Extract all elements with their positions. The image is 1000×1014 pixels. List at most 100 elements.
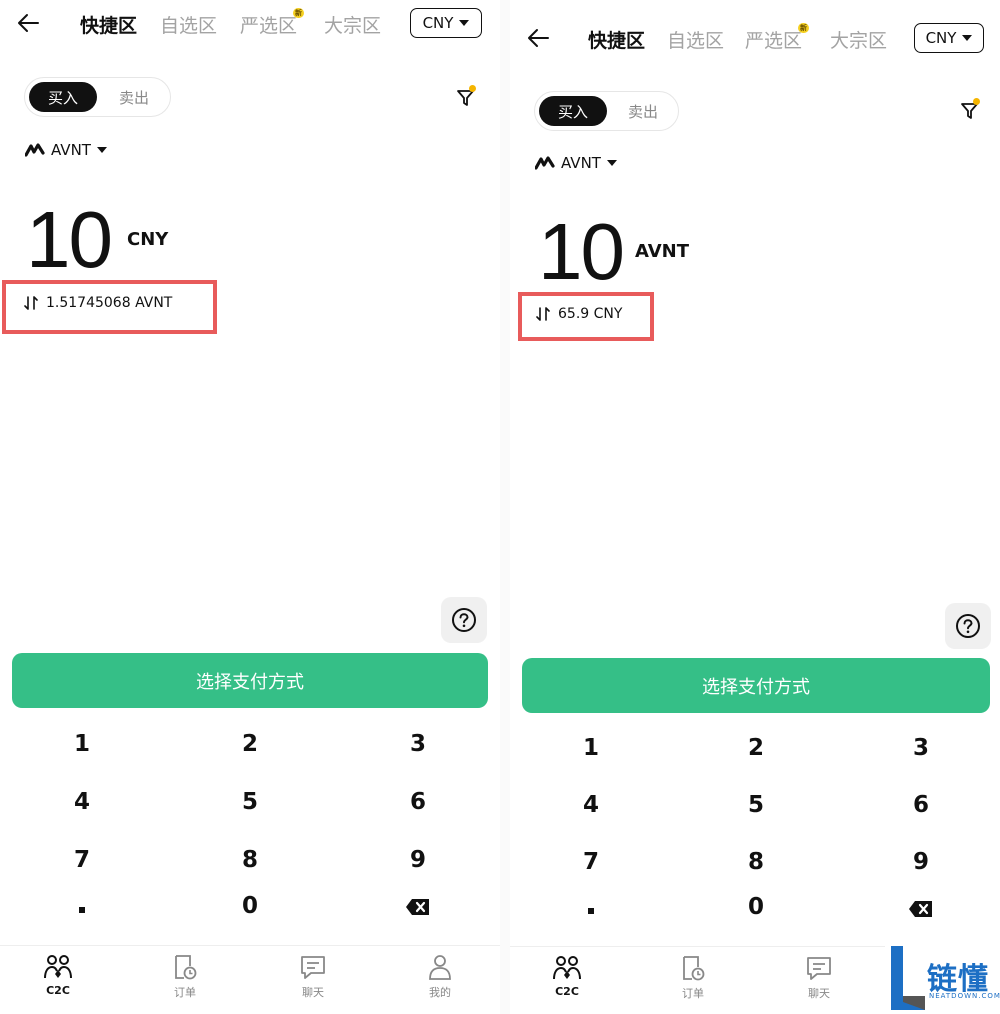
help-button[interactable] — [945, 603, 991, 649]
tab-bulk[interactable]: 大宗区 — [830, 26, 887, 53]
watermark-logo-icon — [891, 946, 925, 1010]
orders-icon — [175, 955, 197, 980]
c2c-icon — [553, 956, 581, 980]
buy-tab[interactable]: 买入 — [539, 96, 607, 126]
watermark: 链懂 NEATDOWN.COM — [885, 942, 1000, 1014]
key-3[interactable]: 3 — [881, 735, 961, 761]
key-dot[interactable] — [42, 893, 122, 919]
key-5[interactable]: 5 — [210, 789, 290, 815]
swap-icon — [24, 296, 38, 310]
filter-button[interactable] — [456, 85, 476, 112]
backspace-icon — [909, 901, 932, 917]
user-icon — [429, 955, 451, 980]
currency-select-label: CNY — [925, 29, 957, 47]
coin-selector[interactable]: AVNT — [25, 141, 107, 159]
filter-dot — [973, 98, 980, 105]
nav-chat[interactable]: 聊天 — [283, 954, 343, 1000]
nav-c2c-label: C2C — [46, 984, 70, 997]
amount-display: 10 — [538, 207, 625, 296]
tab-custom[interactable]: 自选区 — [667, 26, 724, 53]
nav-chat[interactable]: 聊天 — [789, 955, 849, 1001]
key-dot[interactable] — [551, 894, 631, 920]
chevron-down-icon — [459, 20, 470, 26]
backspace-key[interactable] — [881, 898, 961, 924]
backspace-icon — [406, 899, 429, 915]
buy-sell-toggle: 买入 卖出 — [24, 77, 171, 117]
amount-display: 10 — [26, 195, 113, 284]
chevron-down-icon — [606, 160, 617, 166]
nav-orders-label: 订单 — [174, 986, 196, 999]
key-8[interactable]: 8 — [210, 847, 290, 873]
key-3[interactable]: 3 — [378, 731, 458, 757]
nav-c2c-label: C2C — [555, 985, 579, 998]
sell-tab[interactable]: 卖出 — [611, 96, 675, 126]
back-button[interactable] — [526, 27, 550, 49]
buy-sell-toggle: 买入 卖出 — [534, 91, 679, 131]
converted-amount[interactable]: 1.51745068 AVNT — [24, 295, 172, 311]
nav-orders[interactable]: 订单 — [663, 955, 723, 1001]
key-0[interactable]: 0 — [210, 893, 290, 919]
tab-quick[interactable]: 快捷区 — [588, 26, 645, 53]
help-button[interactable] — [441, 597, 487, 643]
right-screenshot: 快捷区 自选区 严选区 新 大宗区 CNY 买入 卖出 AVNT 10 AVNT… — [510, 0, 1000, 1014]
backspace-key[interactable] — [378, 896, 458, 922]
nav-chat-label: 聊天 — [808, 987, 830, 1000]
nav-chat-label: 聊天 — [302, 986, 324, 999]
currency-select[interactable]: CNY — [410, 8, 482, 38]
coin-label: AVNT — [561, 154, 601, 172]
key-8[interactable]: 8 — [716, 849, 796, 875]
key-6[interactable]: 6 — [881, 792, 961, 818]
tab-bulk[interactable]: 大宗区 — [324, 11, 381, 38]
key-5[interactable]: 5 — [716, 792, 796, 818]
converted-value: 65.9 CNY — [558, 306, 623, 322]
key-6[interactable]: 6 — [378, 789, 458, 815]
key-1[interactable]: 1 — [551, 735, 631, 761]
key-4[interactable]: 4 — [42, 789, 122, 815]
coin-selector[interactable]: AVNT — [535, 154, 617, 172]
currency-select[interactable]: CNY — [914, 23, 984, 53]
key-1[interactable]: 1 — [42, 731, 122, 757]
back-button[interactable] — [16, 12, 40, 34]
bottom-tab-bar: C2C 订单 聊天 我的 — [0, 945, 500, 1014]
back-arrow-icon — [18, 14, 39, 32]
nav-orders-label: 订单 — [682, 987, 704, 1000]
amount-unit: AVNT — [635, 241, 689, 262]
key-7[interactable]: 7 — [551, 849, 631, 875]
key-9[interactable]: 9 — [881, 849, 961, 875]
key-7[interactable]: 7 — [42, 847, 122, 873]
back-arrow-icon — [528, 29, 549, 47]
coin-label: AVNT — [51, 141, 91, 159]
select-payment-button[interactable]: 选择支付方式 — [522, 658, 990, 713]
chat-icon — [807, 957, 831, 980]
filter-button[interactable] — [960, 98, 980, 125]
converted-amount[interactable]: 65.9 CNY — [536, 306, 622, 322]
swap-icon — [536, 307, 550, 321]
chevron-down-icon — [962, 35, 973, 41]
question-icon — [452, 608, 476, 632]
key-2[interactable]: 2 — [716, 735, 796, 761]
key-0[interactable]: 0 — [716, 894, 796, 920]
key-2[interactable]: 2 — [210, 731, 290, 757]
nav-c2c[interactable]: C2C — [28, 954, 88, 997]
buy-tab[interactable]: 买入 — [29, 82, 97, 112]
left-screenshot: 快捷区 自选区 严选区 新 大宗区 CNY 买入 卖出 AVNT 10 CNY … — [0, 0, 500, 1014]
nav-me-label: 我的 — [429, 986, 451, 999]
nav-orders[interactable]: 订单 — [155, 954, 215, 1000]
question-icon — [956, 614, 980, 638]
avnt-logo-icon — [535, 156, 555, 170]
key-9[interactable]: 9 — [378, 847, 458, 873]
tab-selected[interactable]: 严选区 — [745, 26, 802, 53]
currency-select-label: CNY — [422, 14, 454, 32]
new-badge: 新 — [798, 23, 809, 33]
key-4[interactable]: 4 — [551, 792, 631, 818]
sell-tab[interactable]: 卖出 — [101, 82, 167, 112]
filter-dot — [469, 85, 476, 92]
tab-quick[interactable]: 快捷区 — [80, 11, 137, 38]
nav-c2c[interactable]: C2C — [537, 955, 597, 998]
chevron-down-icon — [96, 147, 107, 153]
tab-selected[interactable]: 严选区 — [240, 11, 297, 38]
select-payment-button[interactable]: 选择支付方式 — [12, 653, 488, 708]
nav-me[interactable]: 我的 — [410, 954, 470, 1000]
tab-custom[interactable]: 自选区 — [160, 11, 217, 38]
orders-icon — [683, 956, 705, 981]
